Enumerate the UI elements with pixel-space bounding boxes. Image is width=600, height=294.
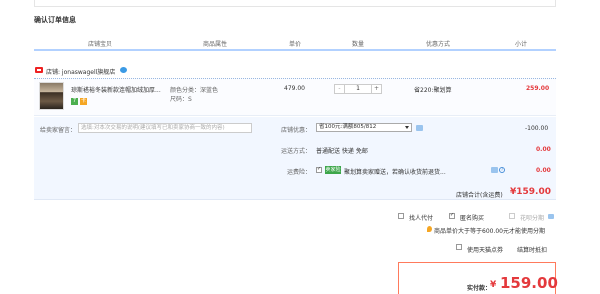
final-payment-label: 实付款： bbox=[467, 285, 492, 292]
proxy-pay-label[interactable]: 找人代付 bbox=[409, 213, 433, 222]
shop-total-label: 店铺合计(含运费) bbox=[456, 192, 503, 199]
order-item-row bbox=[34, 78, 556, 116]
item-subtotal: 259.00 bbox=[526, 85, 550, 92]
item-title-link[interactable]: 琼斯褡裕冬装新款连帽加绒加厚... bbox=[71, 85, 161, 94]
item-price: 479.00 bbox=[284, 85, 305, 92]
coupon-select[interactable]: 省100元:满额805/812 bbox=[316, 123, 412, 132]
seven-day-return-badge: 7 bbox=[71, 98, 78, 105]
installment-checkbox[interactable] bbox=[509, 213, 515, 219]
insurance-tag: 卖家险 bbox=[325, 166, 341, 174]
qty-value[interactable]: 1 bbox=[345, 85, 371, 93]
col-header-discount: 优惠方式 bbox=[426, 41, 451, 48]
col-header-qty: 数量 bbox=[352, 41, 365, 48]
col-header-shop-item: 店铺宝贝 bbox=[88, 41, 113, 48]
qty-plus-button[interactable]: + bbox=[371, 85, 381, 93]
shipping-amount: 0.00 bbox=[536, 146, 551, 153]
coupon-selected-value: 省100元:满额805/812 bbox=[319, 124, 377, 130]
header-divider bbox=[34, 49, 556, 51]
page-title: 确认订单信息 bbox=[34, 16, 76, 24]
product-thumbnail[interactable] bbox=[39, 82, 64, 110]
final-currency: ¥ bbox=[490, 280, 497, 290]
installment-label[interactable]: 花呗分期 bbox=[520, 213, 544, 222]
col-header-attrs: 商品属性 bbox=[203, 41, 228, 48]
chevron-down-icon bbox=[405, 126, 409, 129]
warning-pin-icon bbox=[427, 226, 432, 232]
message-label: 给卖家留言： bbox=[40, 127, 77, 134]
wangwang-chat-icon[interactable] bbox=[120, 67, 127, 73]
insurance-text: 聚划算卖家赠送，若确认收货前退货... bbox=[344, 169, 446, 176]
help-icon[interactable]: ? bbox=[499, 167, 505, 173]
coupon-amount: -100.00 bbox=[525, 125, 549, 132]
item-size: 尺码：S bbox=[170, 96, 192, 103]
item-discount: 省220:聚划算 bbox=[414, 87, 452, 94]
card-pay-badge: 卡 bbox=[80, 98, 87, 105]
anonymous-checkbox[interactable] bbox=[449, 212, 455, 219]
shop-icon bbox=[35, 67, 43, 73]
comment-icon[interactable] bbox=[416, 125, 423, 131]
comment-icon-2[interactable] bbox=[491, 167, 498, 173]
shipping-method: 普通配送 快递 免邮 bbox=[316, 148, 368, 155]
points-rules-link[interactable]: 结算时抵扣 bbox=[517, 245, 547, 254]
col-header-subtotal: 小计 bbox=[515, 41, 528, 48]
coupon-label: 店铺优惠： bbox=[281, 127, 312, 134]
item-color: 颜色分类：深蓝色 bbox=[170, 87, 219, 94]
previous-section-box bbox=[34, 0, 556, 7]
insurance-label: 运费险： bbox=[287, 169, 312, 176]
anonymous-label[interactable]: 匿名购买 bbox=[460, 213, 484, 222]
col-header-price: 单价 bbox=[289, 41, 302, 48]
insurance-amount: 0.00 bbox=[536, 167, 551, 174]
installment-note: 商品单价大于等于600.00元才能使用分期 bbox=[434, 228, 545, 235]
tmall-points-label[interactable]: 使用天猫点券 bbox=[467, 245, 503, 254]
installment-info-icon[interactable] bbox=[548, 214, 554, 219]
tmall-points-checkbox[interactable] bbox=[456, 244, 462, 250]
insurance-checkbox[interactable] bbox=[316, 166, 322, 173]
quantity-stepper[interactable]: - 1 + bbox=[334, 84, 382, 94]
seller-message-input[interactable]: 选填:对本次交易的说明(建议填写已和卖家协商一致的内容) bbox=[78, 123, 252, 133]
shipping-label: 运送方式： bbox=[281, 148, 312, 155]
qty-minus-button[interactable]: - bbox=[335, 85, 345, 93]
proxy-pay-checkbox[interactable] bbox=[398, 213, 404, 219]
shop-total-value: ¥159.00 bbox=[510, 187, 551, 197]
shop-name-link[interactable]: 店铺: jonaswagell旗舰店 bbox=[46, 67, 115, 76]
final-payment-value: 159.00 bbox=[500, 274, 558, 292]
